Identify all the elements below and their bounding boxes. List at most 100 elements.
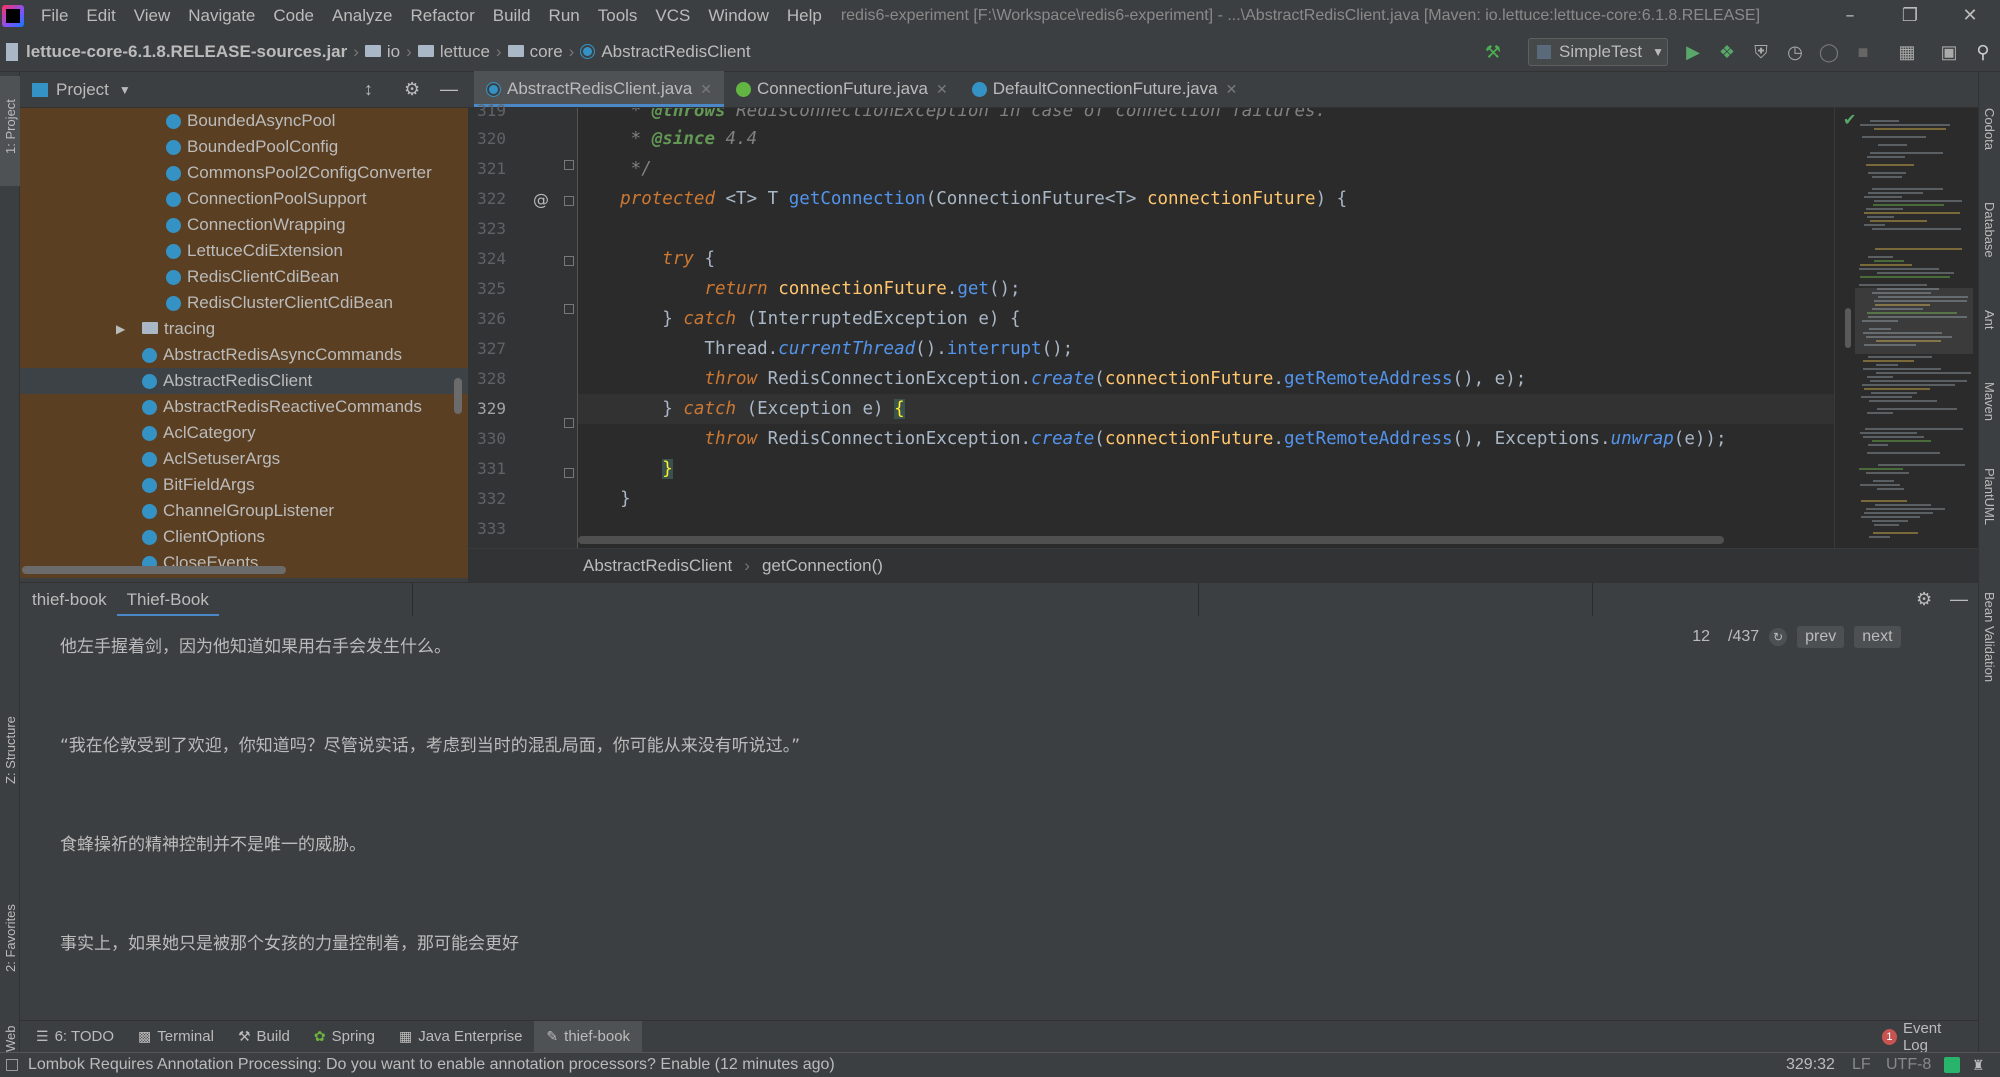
minimap-scroll-thumb[interactable] [1845, 308, 1851, 348]
hide-panel-icon[interactable]: — [440, 79, 458, 100]
tab-default-connection-future[interactable]: DefaultConnectionFuture.java ✕ [960, 71, 1250, 107]
menu-file[interactable]: File [32, 6, 77, 26]
menu-refactor[interactable]: Refactor [401, 6, 483, 26]
debug-icon[interactable]: ❖ [1716, 41, 1738, 63]
code-line-320[interactable]: * @since 4.4 [578, 124, 1834, 154]
code-line-330[interactable]: throw RedisConnectionException.create(co… [578, 424, 1834, 454]
run-configuration-select[interactable]: SimpleTest ▼ [1528, 38, 1668, 66]
editor-horizontal-scrollbar[interactable] [578, 536, 1724, 544]
ant-tool-label[interactable]: Ant [1982, 310, 1997, 330]
spring-tool-button[interactable]: ✿ Spring [302, 1021, 387, 1053]
tab-thief-book[interactable]: Thief-Book [116, 583, 220, 617]
code-line-331[interactable]: } [578, 454, 1834, 484]
breadcrumb-jar[interactable]: lettuce-core-6.1.8.RELEASE-sources.jar › [6, 42, 365, 62]
menu-run[interactable]: Run [540, 6, 589, 26]
gear-icon[interactable]: ⚙ [404, 79, 420, 100]
breadcrumb-lettuce[interactable]: lettuce › [417, 42, 508, 62]
prev-button[interactable]: prev [1797, 626, 1845, 648]
code-line-324[interactable]: try { [578, 244, 1834, 274]
tree-class-row[interactable]: RedisClientCdiBean [20, 264, 468, 290]
next-button[interactable]: next [1854, 626, 1901, 648]
refresh-icon[interactable]: ↻ [1769, 628, 1788, 646]
code-line-332[interactable]: } [578, 484, 1834, 514]
thief-book-tool-button[interactable]: ✎ thief-book [534, 1020, 643, 1053]
chevron-right-icon[interactable]: ▶ [116, 316, 125, 342]
status-message[interactable]: Lombok Requires Annotation Processing: D… [28, 1056, 835, 1074]
plantuml-tool-label[interactable]: PlantUML [1982, 468, 1997, 525]
tree-class-row[interactable]: ConnectionWrapping [20, 212, 468, 238]
breadcrumb-class[interactable]: AbstractRedisClient [580, 42, 751, 62]
tree-class-row[interactable]: AclCategory [20, 420, 468, 446]
project-tool-button[interactable]: 1: Project [0, 76, 20, 186]
tree-class-row[interactable]: LettuceCdiExtension [20, 238, 468, 264]
menu-help[interactable]: Help [778, 6, 831, 26]
breadcrumb-method-item[interactable]: getConnection() [762, 556, 883, 576]
codota-tool-label[interactable]: Codota [1982, 108, 1997, 150]
java-enterprise-tool-button[interactable]: ▦ Java Enterprise [387, 1021, 534, 1053]
restore-button[interactable]: ❐ [1880, 0, 1940, 32]
hide-panel-icon[interactable]: — [1950, 589, 1968, 610]
caret-position[interactable]: 329:32 [1786, 1056, 1835, 1074]
tree-class-row[interactable]: ChannelGroupListener [20, 498, 468, 524]
fold-marker-icon[interactable] [564, 418, 574, 428]
project-panel-title[interactable]: Project [56, 80, 109, 100]
build-hammer-icon[interactable]: ⚒ [1482, 41, 1504, 63]
fold-marker-icon[interactable] [564, 196, 574, 206]
database-tool-label[interactable]: Database [1982, 202, 1997, 258]
status-toggle-icon[interactable] [6, 1059, 18, 1071]
tree-class-row[interactable]: BoundedPoolConfig [20, 134, 468, 160]
tree-vertical-scrollbar[interactable] [454, 378, 462, 414]
menu-code[interactable]: Code [264, 6, 323, 26]
code-line-322[interactable]: protected <T> T getConnection(Connection… [578, 184, 1834, 214]
run-icon[interactable]: ▶ [1682, 41, 1704, 63]
tree-class-row[interactable]: ConnectionPoolSupport [20, 186, 468, 212]
breadcrumb-core[interactable]: core › [507, 42, 581, 62]
memory-indicator-icon[interactable]: ♜ [1972, 1057, 1985, 1074]
menu-vcs[interactable]: VCS [646, 6, 699, 26]
code-line-329[interactable]: } catch (Exception e) { [578, 394, 1834, 424]
maven-tool-label[interactable]: Maven [1982, 382, 1997, 421]
tab-connection-future[interactable]: ConnectionFuture.java ✕ [724, 71, 960, 107]
tree-class-row[interactable]: AbstractRedisAsyncCommands [20, 342, 468, 368]
minimize-button[interactable]: – [1820, 0, 1880, 32]
code-line-328[interactable]: throw RedisConnectionException.create(co… [578, 364, 1834, 394]
menu-edit[interactable]: Edit [77, 6, 124, 26]
tree-class-row[interactable]: BitFieldArgs [20, 472, 468, 498]
menu-navigate[interactable]: Navigate [179, 6, 264, 26]
code-line-323[interactable] [578, 214, 1834, 244]
tree-folder-row[interactable]: ▶ tracing [20, 316, 468, 342]
close-tab-icon[interactable]: ✕ [700, 81, 712, 98]
menu-analyze[interactable]: Analyze [323, 6, 401, 26]
tree-class-row[interactable]: RedisClusterClientCdiBean [20, 290, 468, 316]
stop-icon[interactable]: ■ [1852, 41, 1874, 63]
tree-class-row[interactable]: AclSetuserArgs [20, 446, 468, 472]
close-window-button[interactable]: ✕ [1940, 0, 2000, 32]
menu-window[interactable]: Window [699, 6, 777, 26]
search-icon[interactable]: ⚲ [1972, 41, 1994, 63]
collapse-all-icon[interactable]: ↕ [364, 79, 373, 100]
event-log-button[interactable]: 1 Event Log [1870, 1020, 1978, 1054]
project-structure-icon[interactable]: ▦ [1896, 41, 1918, 63]
fold-marker-icon[interactable] [564, 256, 574, 266]
menu-view[interactable]: View [125, 6, 180, 26]
tab-abstract-redis-client[interactable]: AbstractRedisClient.java ✕ [474, 71, 724, 107]
tree-class-row[interactable]: AbstractRedisReactiveCommands [20, 394, 468, 420]
chevron-down-icon[interactable]: ▼ [119, 83, 131, 97]
menu-tools[interactable]: Tools [589, 6, 647, 26]
override-marker-icon[interactable]: @ [533, 190, 549, 209]
todo-tool-button[interactable]: ☰ 6: TODO [24, 1021, 126, 1053]
web-tool-label[interactable]: Web [3, 1026, 18, 1053]
code-line-326[interactable]: } catch (InterruptedException e) { [578, 304, 1834, 334]
tree-horizontal-scrollbar[interactable] [22, 566, 286, 574]
build-tool-button[interactable]: ⚒ Build [226, 1021, 302, 1053]
close-tab-icon[interactable]: ✕ [1226, 81, 1238, 98]
codota-status-icon[interactable] [1944, 1057, 1960, 1073]
breadcrumb-class-item[interactable]: AbstractRedisClient [583, 556, 732, 576]
coverage-icon[interactable]: ⛨ [1750, 41, 1772, 63]
tree-class-row[interactable]: AbstractRedisClient [20, 368, 468, 394]
tree-class-row[interactable]: BoundedAsyncPool [20, 108, 468, 134]
fold-marker-icon[interactable] [564, 160, 574, 170]
code-line-325[interactable]: return connectionFuture.get(); [578, 274, 1834, 304]
favorites-tool-label[interactable]: 2: Favorites [3, 904, 18, 972]
layout-icon[interactable]: ▣ [1938, 41, 1960, 63]
